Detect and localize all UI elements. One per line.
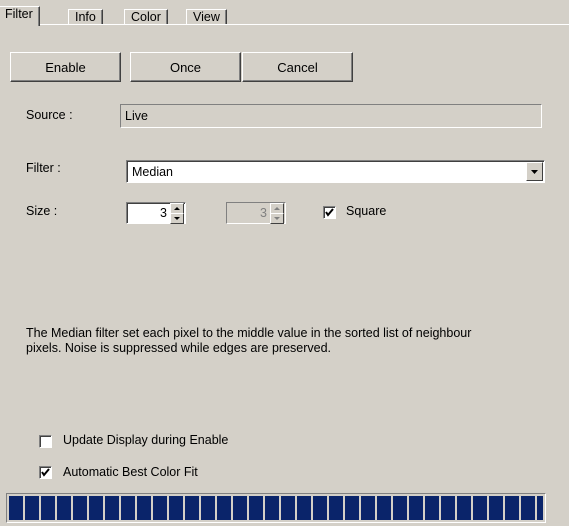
arrow-down-icon xyxy=(274,217,280,220)
progress-bar xyxy=(6,493,546,523)
tab-filter[interactable]: Filter xyxy=(0,6,40,26)
progress-block xyxy=(153,496,167,520)
progress-block xyxy=(537,496,543,520)
cancel-button[interactable]: Cancel xyxy=(242,52,353,82)
progress-block xyxy=(441,496,455,520)
checkmark-icon xyxy=(41,468,50,477)
dropdown-button[interactable] xyxy=(526,162,543,181)
enable-button[interactable]: Enable xyxy=(10,52,121,82)
progress-block xyxy=(313,496,327,520)
update-display-label[interactable]: Update Display during Enable xyxy=(63,433,228,447)
progress-block xyxy=(73,496,87,520)
size-input-2: 3 xyxy=(226,202,286,224)
progress-block xyxy=(41,496,55,520)
auto-fit-checkbox[interactable] xyxy=(39,466,52,479)
progress-block xyxy=(409,496,423,520)
chevron-down-icon xyxy=(531,170,538,174)
progress-block xyxy=(393,496,407,520)
progress-block xyxy=(521,496,535,520)
progress-block xyxy=(105,496,119,520)
progress-block xyxy=(489,496,503,520)
progress-block xyxy=(473,496,487,520)
tab-divider xyxy=(0,24,569,25)
auto-fit-label[interactable]: Automatic Best Color Fit xyxy=(63,465,198,479)
update-display-checkbox[interactable] xyxy=(39,435,52,448)
progress-block xyxy=(25,496,39,520)
progress-block xyxy=(121,496,135,520)
tab-color[interactable]: Color xyxy=(124,9,168,25)
size-spinner-2 xyxy=(270,203,284,225)
filter-selected-value: Median xyxy=(132,165,173,179)
progress-block xyxy=(361,496,375,520)
square-checkbox[interactable] xyxy=(323,206,336,219)
checkmark-icon xyxy=(325,208,334,217)
progress-block xyxy=(217,496,231,520)
progress-block xyxy=(297,496,311,520)
progress-block xyxy=(265,496,279,520)
arrow-up-icon xyxy=(174,207,180,210)
once-button[interactable]: Once xyxy=(130,52,241,82)
tab-info[interactable]: Info xyxy=(68,9,103,25)
progress-block xyxy=(233,496,247,520)
progress-block xyxy=(201,496,215,520)
square-label[interactable]: Square xyxy=(346,204,386,218)
filter-description: The Median filter set each pixel to the … xyxy=(26,326,472,355)
spin-down-button[interactable] xyxy=(170,213,184,224)
arrow-up-icon xyxy=(274,207,280,210)
progress-block xyxy=(505,496,519,520)
progress-block xyxy=(9,496,23,520)
source-label: Source : xyxy=(26,108,73,122)
progress-block xyxy=(457,496,471,520)
progress-block xyxy=(57,496,71,520)
size-spinner-1[interactable] xyxy=(170,203,184,225)
progress-block xyxy=(249,496,263,520)
size-value-2: 3 xyxy=(260,206,267,220)
progress-block xyxy=(169,496,183,520)
tab-bar: Filter Info Color View xyxy=(0,0,569,26)
progress-block xyxy=(329,496,343,520)
progress-block xyxy=(185,496,199,520)
progress-block xyxy=(425,496,439,520)
size-value-1: 3 xyxy=(160,206,167,220)
progress-block xyxy=(345,496,359,520)
progress-block xyxy=(89,496,103,520)
progress-block xyxy=(137,496,151,520)
source-field: Live xyxy=(120,104,542,128)
source-value: Live xyxy=(125,109,148,123)
filter-select[interactable]: Median xyxy=(126,160,545,183)
spin-down-button-disabled xyxy=(270,213,284,224)
tab-view[interactable]: View xyxy=(186,9,227,25)
size-input-1[interactable]: 3 xyxy=(126,202,186,224)
progress-block xyxy=(377,496,391,520)
size-label: Size : xyxy=(26,204,58,218)
arrow-down-icon xyxy=(174,217,180,220)
progress-block xyxy=(281,496,295,520)
filter-label: Filter : xyxy=(26,161,61,175)
progress-fill xyxy=(9,496,543,520)
